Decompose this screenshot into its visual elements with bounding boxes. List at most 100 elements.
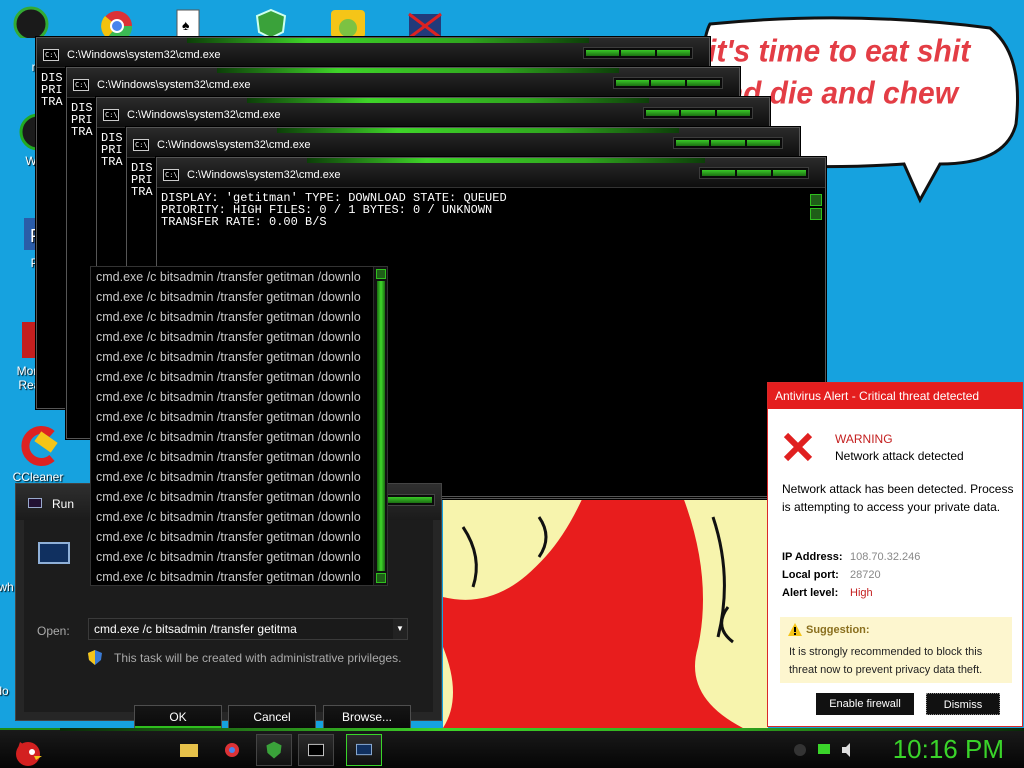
ccleaner-icon [21, 426, 58, 466]
open-label: Open: [37, 624, 70, 638]
autocomplete-item[interactable]: cmd.exe /c bitsadmin /transfer getitman … [91, 427, 373, 447]
cmd-icon: C:\ [133, 139, 149, 151]
antivirus-alert[interactable]: Antivirus Alert - Critical threat detect… [767, 382, 1023, 727]
run-title: Run [52, 497, 75, 511]
suggestion-title: Suggestion: [806, 624, 870, 636]
window-controls[interactable] [699, 167, 809, 179]
start-button-angry-bird-icon[interactable] [6, 734, 46, 766]
cmd-titlebar[interactable]: C:\ C:\Windows\system32\cmd.exe [127, 128, 799, 158]
autocomplete-item[interactable]: cmd.exe /c bitsadmin /transfer getitman … [91, 387, 373, 407]
cmd-line: TRA [71, 125, 93, 139]
ip-label: IP Address: [782, 551, 843, 563]
desktop-icon-label: CCleaner [12, 470, 64, 484]
angry-birds-icon[interactable] [326, 6, 368, 38]
run-taskbar-icon[interactable] [346, 734, 382, 766]
autocomplete-item[interactable]: cmd.exe /c bitsadmin /transfer getitman … [91, 347, 373, 367]
autocomplete-item[interactable]: cmd.exe /c bitsadmin /transfer getitman … [91, 367, 373, 387]
taskbar-clock[interactable]: 10:16 PM [893, 734, 1004, 765]
flag-icon[interactable] [404, 6, 446, 38]
autocomplete-item[interactable]: cmd.exe /c bitsadmin /transfer getitman … [91, 287, 373, 307]
scroll-down-icon[interactable] [376, 573, 386, 583]
browse-button[interactable]: Browse... [323, 705, 411, 730]
ok-button[interactable]: OK [134, 705, 222, 730]
suggestion-box: Suggestion: It is strongly recommended t… [780, 617, 1012, 683]
open-input[interactable]: cmd.exe /c bitsadmin /transfer getitma ▼ [88, 618, 408, 640]
cmd-line: TRA [41, 95, 63, 109]
window-controls[interactable] [643, 107, 753, 119]
solitaire-icon[interactable]: ♠ [168, 6, 210, 38]
warning-icon [788, 623, 802, 636]
cmd-taskbar-icon[interactable] [298, 734, 334, 766]
window-controls[interactable] [583, 47, 693, 59]
enable-firewall-button[interactable]: Enable firewall [816, 693, 914, 715]
cmd-titlebar[interactable]: C:\ C:\Windows\system32\cmd.exe [67, 68, 739, 98]
privilege-note: This task will be created with administr… [114, 651, 402, 665]
chrome-icon[interactable] [96, 6, 138, 38]
window-controls[interactable] [613, 77, 723, 89]
cmd-icon: C:\ [73, 79, 89, 91]
cmd-title: C:\Windows\system32\cmd.exe [157, 139, 311, 151]
scroll-up-icon[interactable] [376, 269, 386, 279]
uac-shield-icon [88, 650, 102, 665]
cmd-titlebar[interactable]: C:\ C:\Windows\system32\cmd.exe [37, 38, 709, 68]
cmd-titlebar[interactable]: C:\ C:\Windows\system32\cmd.exe [157, 158, 825, 188]
autocomplete-item[interactable]: cmd.exe /c bitsadmin /transfer getitman … [91, 507, 373, 527]
cancel-button[interactable]: Cancel [228, 705, 316, 730]
svg-text:♠: ♠ [182, 17, 190, 33]
autocomplete-item[interactable]: cmd.exe /c bitsadmin /transfer getitman … [91, 327, 373, 347]
chrome-taskbar-icon[interactable] [214, 734, 250, 766]
cmd-line: TRA [131, 185, 153, 199]
explorer-folder-icon[interactable] [170, 734, 206, 766]
alert-warning: WARNING [835, 432, 893, 446]
background-drawing [443, 497, 768, 728]
cmd-titlebar[interactable]: C:\ C:\Windows\system32\cmd.exe [97, 98, 769, 128]
autocomplete-item[interactable]: cmd.exe /c bitsadmin /transfer getitman … [91, 447, 373, 467]
security-shield-icon[interactable] [250, 6, 292, 38]
tray-volume-icon[interactable] [838, 734, 858, 766]
ip-value: 108.70.32.246 [850, 551, 921, 563]
window-controls[interactable] [673, 137, 783, 149]
suggestion-text: It is strongly recommended to block this… [789, 646, 983, 676]
autocomplete-item[interactable]: cmd.exe /c bitsadmin /transfer getitman … [91, 407, 373, 427]
cmd-line: TRA [101, 155, 123, 169]
cmd-icon: C:\ [163, 169, 179, 181]
autocomplete-item[interactable]: cmd.exe /c bitsadmin /transfer getitman … [91, 527, 373, 547]
autocomplete-item[interactable]: cmd.exe /c bitsadmin /transfer getitman … [91, 567, 373, 587]
cmd-icon: C:\ [103, 109, 119, 121]
dismiss-button[interactable]: Dismiss [926, 693, 1000, 715]
cmd-icon: C:\ [43, 49, 59, 61]
close-button[interactable] [772, 170, 806, 176]
autocomplete-item[interactable]: cmd.exe /c bitsadmin /transfer getitman … [91, 547, 373, 567]
desktop-icon-label: do [0, 684, 9, 698]
cmd-title: C:\Windows\system32\cmd.exe [67, 49, 221, 61]
green-circle-icon[interactable] [10, 6, 52, 38]
cartoon-drawing [443, 497, 768, 728]
desktop-icon-ccleaner[interactable]: CCleaner [4, 424, 72, 484]
maximize-button[interactable] [737, 170, 771, 176]
port-label: Local port: [782, 569, 839, 581]
alert-header: Antivirus Alert - Critical threat detect… [768, 383, 1022, 409]
autocomplete-item[interactable]: cmd.exe /c bitsadmin /transfer getitman … [91, 267, 373, 287]
autocomplete-scrollbar[interactable] [373, 267, 387, 585]
chevron-down-icon[interactable]: ▼ [393, 619, 407, 639]
autocomplete-list[interactable]: cmd.exe /c bitsadmin /transfer getitman … [90, 266, 388, 586]
port-value: 28720 [850, 569, 881, 581]
autocomplete-item[interactable]: cmd.exe /c bitsadmin /transfer getitman … [91, 307, 373, 327]
tray-network-icon[interactable] [814, 734, 834, 766]
level-value: High [850, 587, 873, 599]
cmd-title: C:\Windows\system32\cmd.exe [97, 79, 251, 91]
alert-message: Network attack has been detected. Proces… [782, 482, 1014, 514]
autocomplete-item[interactable]: cmd.exe /c bitsadmin /transfer getitman … [91, 467, 373, 487]
alert-subtitle: Network attack detected [835, 449, 964, 463]
red-x-icon [783, 432, 813, 462]
scroll-thumb[interactable] [377, 281, 385, 571]
autocomplete-item[interactable]: cmd.exe /c bitsadmin /transfer getitman … [91, 487, 373, 507]
taskbar: 10:16 PM [0, 728, 1024, 768]
cmd-title: C:\Windows\system32\cmd.exe [127, 109, 281, 121]
cmd-line: TRANSFER RATE: 0.00 B/S [161, 215, 327, 229]
security-taskbar-icon[interactable] [256, 734, 292, 766]
run-window-icon [38, 542, 70, 564]
open-input-value: cmd.exe /c bitsadmin /transfer getitma [94, 622, 297, 636]
minimize-button[interactable] [702, 170, 736, 176]
tray-chevron-icon[interactable] [790, 734, 810, 766]
